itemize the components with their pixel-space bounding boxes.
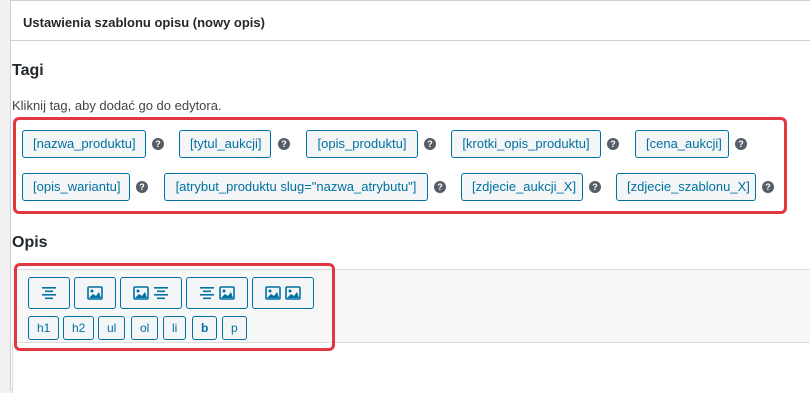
image-text-button[interactable] xyxy=(120,277,182,309)
help-icon[interactable]: ? xyxy=(735,138,747,150)
tag-tytul-aukcji[interactable]: [tytul_aukcji] xyxy=(179,130,271,158)
format-ul-button[interactable]: ul xyxy=(98,316,126,340)
tag-nazwa-produktu[interactable]: [nazwa_produktu] xyxy=(22,130,146,158)
format-h1-button[interactable]: h1 xyxy=(28,316,60,340)
tags-hint: Kliknij tag, aby dodać go do edytora. xyxy=(12,98,222,113)
tag-opis-wariantu[interactable]: [opis_wariantu] xyxy=(22,173,130,201)
tag-opis-produktu[interactable]: [opis_produktu] xyxy=(306,130,418,158)
help-icon[interactable]: ? xyxy=(136,181,148,193)
format-li-button[interactable]: li xyxy=(163,316,187,340)
text-image-button[interactable] xyxy=(186,277,248,309)
help-icon[interactable]: ? xyxy=(424,138,436,150)
align-center-icon xyxy=(199,285,215,301)
image-icon xyxy=(87,285,103,301)
tag-cena-aukcji[interactable]: [cena_aukcji] xyxy=(635,130,729,158)
align-center-button[interactable] xyxy=(28,277,70,309)
tag-atrybut-produktu[interactable]: [atrybut_produktu slug="nazwa_atrybutu"] xyxy=(164,173,428,201)
tags-heading: Tagi xyxy=(12,62,44,79)
tag-zdjecie-szablonu[interactable]: [zdjecie_szablonu_X] xyxy=(616,173,756,201)
image-icon xyxy=(265,285,281,301)
align-center-icon xyxy=(41,285,57,301)
tag-zdjecie-aukcji[interactable]: [zdjecie_aukcji_X] xyxy=(461,173,583,201)
help-icon[interactable]: ? xyxy=(278,138,290,150)
format-b-button[interactable]: b xyxy=(192,316,218,340)
help-icon[interactable]: ? xyxy=(434,181,446,193)
tag-krotki-opis-produktu[interactable]: [krotki_opis_produktu] xyxy=(451,130,601,158)
format-p-button[interactable]: p xyxy=(222,316,247,340)
two-images-button[interactable] xyxy=(252,277,314,309)
image-button[interactable] xyxy=(74,277,116,309)
help-icon[interactable]: ? xyxy=(762,181,774,193)
image-icon xyxy=(219,285,235,301)
help-icon[interactable]: ? xyxy=(589,181,601,193)
format-ol-button[interactable]: ol xyxy=(131,316,159,340)
format-h2-button[interactable]: h2 xyxy=(63,316,95,340)
align-center-icon xyxy=(153,285,169,301)
help-icon[interactable]: ? xyxy=(152,138,164,150)
panel-title: Ustawienia szablonu opisu (nowy opis) xyxy=(11,1,810,41)
description-heading: Opis xyxy=(12,234,48,251)
image-icon xyxy=(133,285,149,301)
help-icon[interactable]: ? xyxy=(607,138,619,150)
image-icon xyxy=(285,285,301,301)
